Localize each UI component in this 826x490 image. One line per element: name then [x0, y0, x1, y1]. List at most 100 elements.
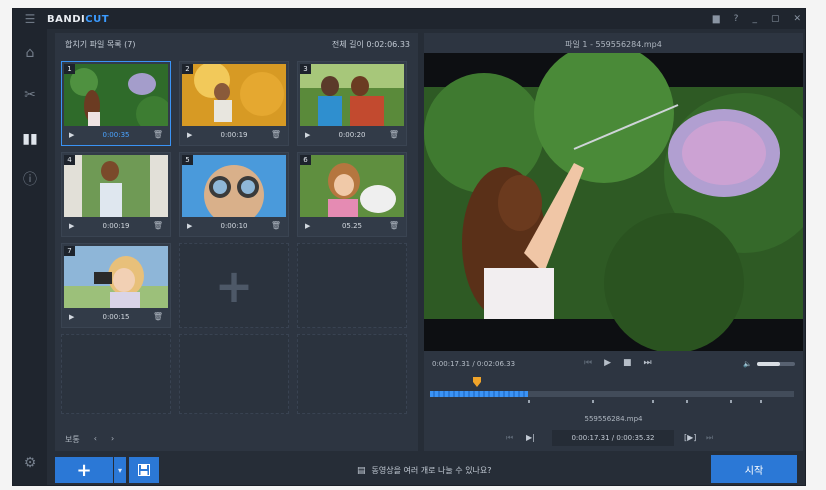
segment-controls: ⏮ ▶| 0:00:17.31 / 0:00:35.32 [▶] ⏭ [424, 429, 803, 447]
clip-thumbnail [64, 64, 168, 126]
empty-slot [179, 334, 289, 414]
join-file-list-panel: 합치기 파일 목록 (7) 전체 길이 0:02:06.33 1 ▶ 0:00:… [55, 33, 418, 451]
empty-slot [61, 334, 171, 414]
segment-time: 0:00:17.31 / 0:00:35.32 [552, 430, 674, 446]
stop-icon[interactable]: ■ [623, 358, 632, 368]
clip-thumbnail [300, 64, 404, 126]
clip-number: 5 [182, 155, 193, 165]
clip-card[interactable]: 2 ▶ 0:00:19 🗑 [179, 61, 289, 146]
clip-thumbnail [64, 246, 168, 308]
window-controls: ▆ ? _ ▢ ✕ [713, 9, 801, 29]
empty-slot [297, 243, 407, 328]
clip-number: 1 [64, 64, 75, 74]
file-list-header: 합치기 파일 목록 (7) 전체 길이 0:02:06.33 [55, 33, 418, 53]
volume-slider[interactable] [757, 362, 795, 366]
clip-number: 2 [182, 64, 193, 74]
view-size-label[interactable]: 보통 [65, 434, 80, 445]
playback-controls: 0:00:17.31 / 0:02:06.33 ⏮ ▶ ■ ⏭ 🔈 [424, 357, 803, 371]
cut-icon[interactable]: ✂ [13, 85, 47, 105]
preview-panel: 파일 1 - 559556284.mp4 0:00:17.31 / 0:02:0… [424, 33, 803, 451]
timeline-tick [652, 400, 654, 403]
folder-icon[interactable]: ▆ [713, 14, 720, 24]
preview-title: 파일 1 - 559556284.mp4 [565, 40, 662, 49]
help-link[interactable]: ▤ 동영상을 여러 개로 나눌 수 있나요? [357, 465, 492, 476]
home-icon[interactable]: ⌂ [13, 43, 47, 63]
add-clip-slot[interactable]: + [179, 243, 289, 328]
timeline[interactable] [430, 377, 794, 407]
prev-frame-icon[interactable]: ⏮ [584, 358, 592, 368]
timeline-tick [686, 400, 688, 403]
timeline-filename: 559556284.mp4 [584, 415, 643, 423]
play-icon[interactable]: ▶ [604, 358, 611, 368]
trash-icon[interactable]: 🗑 [271, 130, 281, 139]
chevron-right-icon[interactable]: › [111, 434, 114, 445]
minimize-icon[interactable]: _ [752, 14, 757, 24]
help-text: 동영상을 여러 개로 나눌 수 있나요? [371, 466, 492, 475]
clip-thumbnail [182, 155, 286, 217]
clip-number: 4 [64, 155, 75, 165]
sidebar: ⌂ ✂ ▮▮ ⓘ ⚙ [13, 29, 47, 485]
bottom-bar: + ▾ ▤ 동영상을 여러 개로 나눌 수 있나요? 시작 [47, 451, 805, 485]
clip-thumbnail [64, 155, 168, 217]
chevron-left-icon[interactable]: ‹ [94, 434, 97, 445]
timeline-tick [592, 400, 594, 403]
transport-buttons: ⏮ ▶ ■ ⏭ [584, 358, 652, 368]
add-plus-icon: + [214, 258, 254, 313]
app-window: ☰ BANDICUT ▆ ? _ ▢ ✕ ⌂ ✂ ▮▮ ⓘ ⚙ 합치기 파일 목… [12, 8, 806, 486]
clip-card[interactable]: 6 ▶ 05.25 🗑 [297, 152, 407, 237]
clip-bar: ▶ 0:00:19 🗑 [180, 126, 288, 145]
menu-icon[interactable]: ☰ [13, 9, 47, 29]
trash-icon[interactable]: 🗑 [389, 221, 399, 230]
trash-icon[interactable]: 🗑 [153, 130, 163, 139]
clip-card[interactable]: 4 ▶ 0:00:19 🗑 [61, 152, 171, 237]
trash-icon[interactable]: 🗑 [389, 130, 399, 139]
clip-bar: ▶ 0:00:10 🗑 [180, 217, 288, 236]
clip-number: 3 [300, 64, 311, 74]
join-icon[interactable]: ▮▮ [13, 129, 47, 149]
clip-bar: ▶ 05.25 🗑 [298, 217, 406, 236]
maximize-icon[interactable]: ▢ [771, 14, 780, 24]
timeline-track[interactable] [430, 391, 794, 397]
speaker-icon[interactable]: 🔈 [743, 360, 752, 368]
total-duration: 전체 길이 0:02:06.33 [331, 40, 410, 49]
timeline-progress [430, 391, 529, 397]
save-icon[interactable] [129, 457, 159, 483]
playhead-marker[interactable] [473, 377, 482, 387]
settings-icon[interactable]: ⚙ [13, 453, 47, 473]
clip-bar: ▶ 0:00:19 🗑 [62, 217, 170, 236]
next-frame-icon[interactable]: ⏭ [644, 358, 652, 368]
volume-control[interactable]: 🔈 [743, 360, 795, 368]
help-icon[interactable]: ? [734, 14, 739, 24]
clip-bar: ▶ 0:00:20 🗑 [298, 126, 406, 145]
clip-thumbnail [182, 64, 286, 126]
skip-end-icon[interactable]: ⏭ [706, 433, 713, 443]
video-preview[interactable] [424, 53, 803, 351]
empty-slot [297, 334, 407, 414]
clip-card[interactable]: 3 ▶ 0:00:20 🗑 [297, 61, 407, 146]
clip-card[interactable]: 1 ▶ 0:00:35 🗑 [61, 61, 171, 146]
clip-card[interactable]: 5 ▶ 0:00:10 🗑 [179, 152, 289, 237]
timeline-tick [528, 400, 530, 403]
playback-time: 0:00:17.31 / 0:02:06.33 [432, 360, 516, 368]
clip-card[interactable]: 7 ▶ 0:00:15 🗑 [61, 243, 171, 328]
trash-icon[interactable]: 🗑 [153, 221, 163, 230]
app-logo: BANDICUT [47, 13, 110, 25]
start-button[interactable]: 시작 [711, 455, 797, 483]
clip-number: 7 [64, 246, 75, 256]
titlebar: ☰ BANDICUT ▆ ? _ ▢ ✕ [13, 9, 805, 29]
file-list-footer: 보통 ‹ › [65, 434, 114, 445]
chevron-down-icon[interactable]: ▾ [114, 457, 126, 483]
close-icon[interactable]: ✕ [793, 14, 801, 24]
info-icon[interactable]: ⓘ [13, 169, 47, 189]
trash-icon[interactable]: 🗑 [153, 312, 163, 321]
step-icon[interactable]: ▶| [526, 433, 535, 442]
skip-back-icon[interactable]: ⏮ [506, 433, 513, 443]
file-list-title: 합치기 파일 목록 (7) [65, 40, 136, 49]
chat-icon: ▤ [357, 465, 366, 476]
clip-bar: ▶ 0:00:35 🗑 [62, 126, 170, 145]
trash-icon[interactable]: 🗑 [271, 221, 281, 230]
timeline-tick [760, 400, 762, 403]
clip-bar: ▶ 0:00:15 🗑 [62, 308, 170, 327]
add-file-button[interactable]: + [55, 457, 113, 483]
step-forward-icon[interactable]: [▶] [684, 433, 696, 442]
